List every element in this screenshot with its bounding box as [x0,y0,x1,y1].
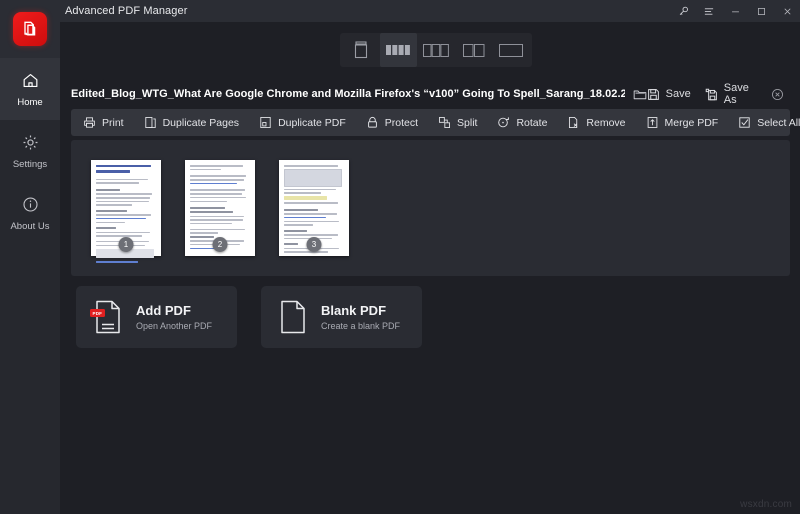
protect-button[interactable]: Protect [366,116,428,129]
sidebar-item-home[interactable]: Home [0,58,60,120]
sidebar: Home Settings About Us [0,58,60,514]
action-cards: PDF Add PDF Open Another PDF Blank PDF C… [76,286,422,348]
save-label: Save [665,88,691,100]
add-pdf-card[interactable]: PDF Add PDF Open Another PDF [76,286,237,348]
app-logo-container [0,0,60,58]
watermark: wsxdn.com [740,499,792,510]
page-number-badge: 2 [212,237,228,252]
info-icon [21,195,40,217]
menu-icon[interactable] [696,0,722,22]
window-title: Advanced PDF Manager [65,5,188,17]
merge-pdf-label: Merge PDF [664,116,719,129]
select-all-button[interactable]: Select All [738,116,800,129]
application-window: Advanced PDF Manager Home Settings About… [0,0,800,514]
file-bar: Edited_Blog_WTG_What Are Google Chrome a… [71,81,790,107]
minimize-icon[interactable] [722,0,748,22]
close-file-icon[interactable] [771,88,784,101]
action-toolbar: Print Duplicate Pages Duplicate PDF Prot… [71,109,800,136]
printer-icon [83,116,96,129]
save-as-icon [705,88,718,101]
home-icon [21,71,40,93]
add-pdf-subtitle: Open Another PDF [136,321,213,332]
app-logo-icon [13,12,47,46]
page-thumbnail[interactable]: 1 [91,160,161,263]
remove-icon [567,116,580,129]
sidebar-item-home-label: Home [17,96,43,108]
pdf-file-icon: PDF [90,300,122,334]
save-icon [647,88,660,101]
save-button[interactable]: Save [647,88,691,101]
file-name-label: Edited_Blog_WTG_What Are Google Chrome a… [71,88,625,100]
pdf-badge-label: PDF [90,309,105,317]
page-thumbnail[interactable]: 2 [185,160,255,256]
page-number-badge: 3 [306,237,322,252]
sidebar-item-settings[interactable]: Settings [0,120,60,182]
rotate-label: Rotate [516,116,548,129]
duplicate-pdf-icon [259,116,272,129]
page-number-badge: 1 [118,237,134,252]
add-pdf-title: Add PDF [136,302,191,318]
add-pdf-card-text: Add PDF Open Another PDF [136,303,212,331]
sidebar-item-settings-label: Settings [12,158,48,170]
title-bar: Advanced PDF Manager [0,0,800,22]
merge-pdf-button[interactable]: Merge PDF [646,116,729,129]
select-all-label: Select All [757,116,800,129]
remove-label: Remove [586,116,626,129]
blank-pdf-title: Blank PDF [321,302,387,318]
rotate-icon [497,116,510,129]
duplicate-pdf-button[interactable]: Duplicate PDF [259,116,356,129]
maximize-icon[interactable] [748,0,774,22]
open-folder-icon[interactable] [633,88,647,101]
checkbox-icon [738,116,751,129]
blank-pdf-card-text: Blank PDF Create a blank PDF [321,303,400,331]
gear-icon [21,133,40,155]
file-bar-actions: Save Save As [647,82,790,106]
view-mode-toolbar [340,33,532,67]
sidebar-item-about-us-label: About Us [10,220,50,232]
key-icon[interactable] [670,0,696,22]
view-mode-three-up[interactable] [417,33,455,67]
split-button[interactable]: Split [438,116,487,129]
lock-icon [366,116,379,129]
save-as-button[interactable]: Save As [705,82,757,106]
print-button[interactable]: Print [83,116,134,129]
page-thumbnail[interactable]: 3 [279,160,349,256]
duplicate-pages-button[interactable]: Duplicate Pages [144,116,249,129]
window-controls [670,0,800,22]
view-mode-single-page[interactable] [492,33,530,67]
view-mode-two-up[interactable] [455,33,493,67]
protect-label: Protect [384,116,419,129]
blank-pdf-card[interactable]: Blank PDF Create a blank PDF [261,286,422,348]
merge-pdf-icon [646,116,659,129]
page-thumbnail-panel: 1 2 3 [71,140,790,276]
save-as-label: Save As [723,82,749,106]
print-label: Print [102,116,124,129]
blank-file-icon [279,300,307,334]
split-icon [438,116,451,129]
view-mode-single-scroll[interactable] [342,33,380,67]
sidebar-item-about-us[interactable]: About Us [0,182,60,244]
duplicate-pages-label: Duplicate Pages [162,116,240,129]
remove-button[interactable]: Remove [567,116,635,129]
duplicate-pages-icon [144,116,157,129]
blank-pdf-subtitle: Create a blank PDF [321,321,401,332]
split-label: Split [457,116,478,129]
duplicate-pdf-label: Duplicate PDF [278,116,346,129]
close-icon[interactable] [774,0,800,22]
view-mode-four-up[interactable] [379,33,418,67]
rotate-button[interactable]: Rotate [497,116,557,129]
